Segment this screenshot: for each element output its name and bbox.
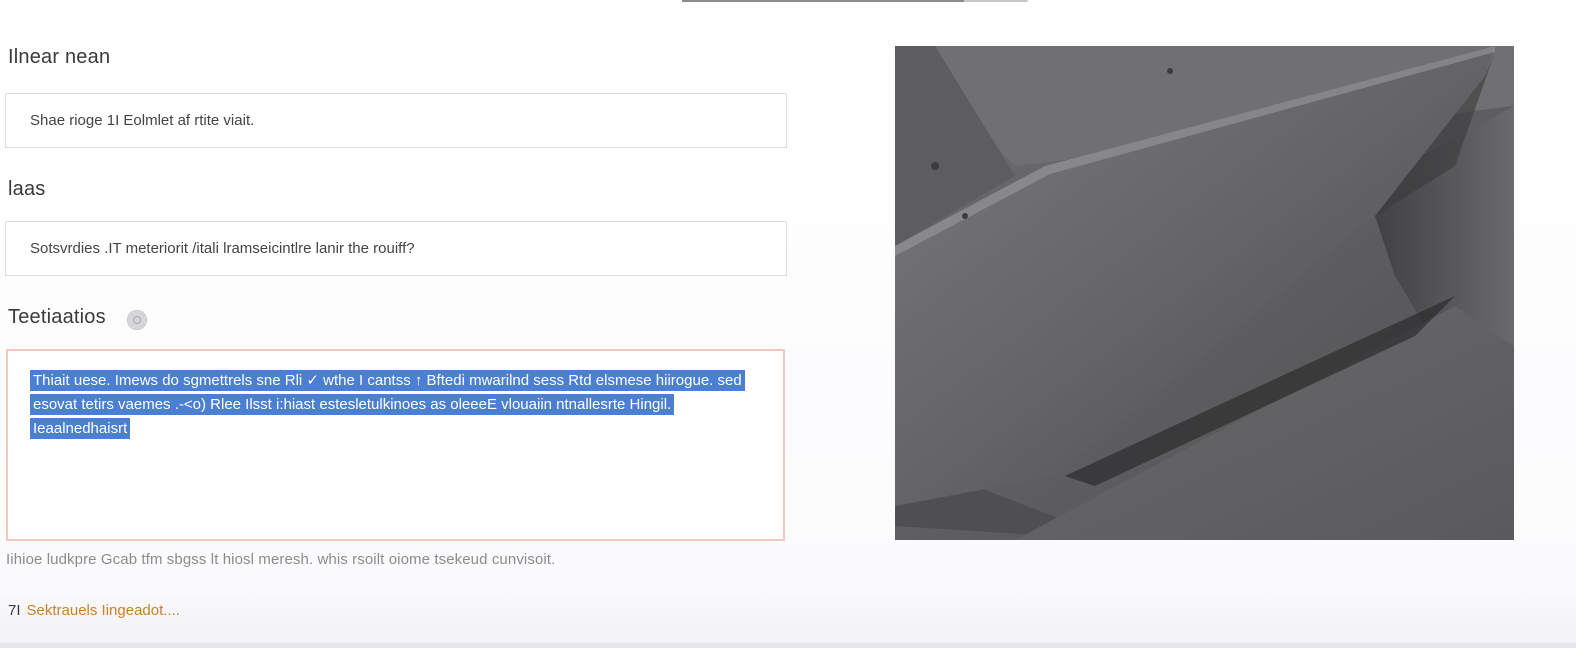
field1-input[interactable]: Shae rioge 1I Eolmlet af rtite viait. [5,93,787,148]
bottom-edge [0,643,1576,648]
selected-text: Thiait uese. Imews do sgmettrels sne Rli… [30,370,745,439]
field-hint-text: Iihioe ludkpre Gcab tfm sbgss lt hiosl m… [6,551,556,568]
slate-rock-photo [895,46,1514,540]
field2-input[interactable]: Sotsvrdies .IT meteriorit /itali lramsei… [5,221,787,276]
selected-text-block[interactable]: Thiait uese. Imews do sgmettrels sne Rli… [30,369,765,441]
field2-label: laas [8,178,46,200]
field3-textarea[interactable]: Thiait uese. Imews do sgmettrels sne Rli… [6,349,785,541]
page: Ilnear nean Shae rioge 1I Eolmlet af rti… [0,0,1576,648]
footer-link[interactable]: 7I Sektrauels Iingeadot.... [8,602,180,619]
field3-label: Teetiaatios [8,306,106,328]
help-circle-icon[interactable] [127,310,147,330]
slate-rock-image [895,46,1514,540]
field1-label: Ilnear nean [8,46,111,68]
scrollbar-thumb[interactable] [682,0,964,2]
footer-link-label: Sektrauels Iingeadot.... [26,602,180,619]
horizontal-scrollbar[interactable] [682,0,1028,2]
footer-link-number: 7I [8,602,21,619]
